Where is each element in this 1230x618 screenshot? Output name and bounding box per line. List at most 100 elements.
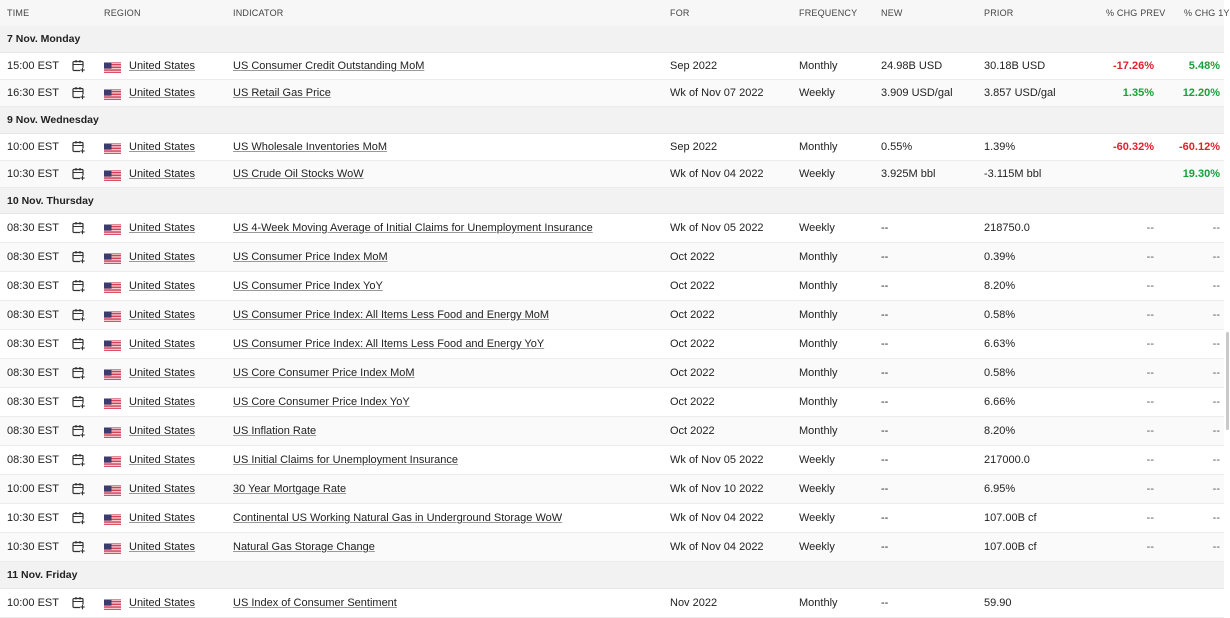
indicator-link[interactable]: Continental US Working Natural Gas in Un… bbox=[233, 512, 562, 524]
new-value: -- bbox=[881, 396, 889, 408]
region-link[interactable]: United States bbox=[129, 396, 195, 408]
prior-value: 107.00B cf bbox=[984, 541, 1037, 553]
region-link[interactable]: United States bbox=[129, 251, 195, 263]
table-row[interactable]: 08:30 EST United States US 4-Week Moving A… bbox=[0, 214, 1224, 243]
indicator-link[interactable]: US Index of Consumer Sentiment bbox=[233, 597, 397, 609]
indicator-link[interactable]: US Core Consumer Price Index MoM bbox=[233, 367, 415, 379]
region-link[interactable]: United States bbox=[129, 454, 195, 466]
indicator-link[interactable]: US Consumer Credit Outstanding MoM bbox=[233, 60, 424, 72]
new-value: -- bbox=[881, 541, 889, 553]
indicator-link[interactable]: US Core Consumer Price Index YoY bbox=[233, 396, 410, 408]
region-link[interactable]: United States bbox=[129, 280, 195, 292]
table-row[interactable]: 08:30 EST United States US Consumer Price … bbox=[0, 243, 1224, 272]
indicator-link[interactable]: US Crude Oil Stocks WoW bbox=[233, 168, 364, 180]
table-row[interactable]: 08:30 EST United States US Consumer Price … bbox=[0, 330, 1224, 359]
calendar-add-icon[interactable] bbox=[72, 512, 85, 525]
chg-prev-value: -- bbox=[1146, 454, 1154, 466]
region-link[interactable]: United States bbox=[129, 309, 195, 321]
indicator-link[interactable]: US Consumer Price Index MoM bbox=[233, 251, 388, 263]
indicator-link[interactable]: US Inflation Rate bbox=[233, 425, 316, 437]
us-flag-icon bbox=[104, 62, 121, 74]
chg-prev-value: -- bbox=[1146, 338, 1154, 350]
region-link[interactable]: United States bbox=[129, 512, 195, 524]
table-row[interactable]: 08:30 EST United States US Core Consumer P… bbox=[0, 359, 1224, 388]
indicator-link[interactable]: Natural Gas Storage Change bbox=[233, 541, 375, 553]
header-indicator[interactable]: INDICATOR bbox=[233, 8, 283, 18]
table-row[interactable]: 08:30 EST United States US Inflation Rate O… bbox=[0, 417, 1224, 446]
table-row[interactable]: 10:30 EST United States Continental US Wor… bbox=[0, 504, 1224, 533]
region-link[interactable]: United States bbox=[129, 483, 195, 495]
calendar-add-icon[interactable] bbox=[72, 168, 85, 181]
table-row[interactable]: 15:00 EST United States US Consumer Credit… bbox=[0, 53, 1224, 80]
indicator-link[interactable]: US Consumer Price Index: All Items Less … bbox=[233, 309, 549, 321]
calendar-add-icon[interactable] bbox=[72, 87, 85, 100]
indicator-link[interactable]: US Consumer Price Index YoY bbox=[233, 280, 383, 292]
chg-prev-value: -- bbox=[1146, 222, 1154, 234]
region-link[interactable]: United States bbox=[129, 338, 195, 350]
us-flag-icon bbox=[104, 282, 121, 294]
indicator-link[interactable]: US Retail Gas Price bbox=[233, 87, 331, 99]
calendar-add-icon[interactable] bbox=[72, 425, 85, 438]
header-new[interactable]: NEW bbox=[881, 8, 903, 18]
region-link[interactable]: United States bbox=[129, 60, 195, 72]
table-row[interactable]: 10:00 EST United States US Index of Consum… bbox=[0, 589, 1224, 618]
calendar-add-icon[interactable] bbox=[72, 338, 85, 351]
table-row[interactable]: 16:30 EST United States US Retail Gas Pric… bbox=[0, 80, 1224, 107]
table-row[interactable]: 10:00 EST United States 30 Year Mortgage R… bbox=[0, 475, 1224, 504]
header-prior[interactable]: PRIOR bbox=[984, 8, 1014, 18]
period: Oct 2022 bbox=[670, 367, 715, 379]
indicator-link[interactable]: US 4-Week Moving Average of Initial Clai… bbox=[233, 222, 593, 234]
region-link[interactable]: United States bbox=[129, 87, 195, 99]
us-flag-icon bbox=[104, 340, 121, 352]
calendar-add-icon[interactable] bbox=[72, 309, 85, 322]
table-row[interactable]: 08:30 EST United States US Core Consumer P… bbox=[0, 388, 1224, 417]
calendar-add-icon[interactable] bbox=[72, 483, 85, 496]
region-link[interactable]: United States bbox=[129, 141, 195, 153]
calendar-add-icon[interactable] bbox=[72, 454, 85, 467]
region-link[interactable]: United States bbox=[129, 597, 195, 609]
frequency: Monthly bbox=[799, 309, 838, 321]
prior-value: -3.115M bbl bbox=[984, 168, 1042, 180]
table-row[interactable]: 10:00 EST United States US Wholesale Inven… bbox=[0, 134, 1224, 161]
region-link[interactable]: United States bbox=[129, 168, 195, 180]
header-frequency[interactable]: FREQUENCY bbox=[799, 8, 857, 18]
header-time[interactable]: TIME bbox=[7, 8, 29, 18]
calendar-add-icon[interactable] bbox=[72, 597, 85, 610]
indicator-link[interactable]: US Wholesale Inventories MoM bbox=[233, 141, 387, 153]
region-link[interactable]: United States bbox=[129, 367, 195, 379]
period: Oct 2022 bbox=[670, 251, 715, 263]
region-link[interactable]: United States bbox=[129, 222, 195, 234]
frequency: Weekly bbox=[799, 222, 835, 234]
prior-value: 6.66% bbox=[984, 396, 1016, 408]
table-row[interactable]: 10:30 EST United States US Crude Oil Stock… bbox=[0, 161, 1224, 188]
region-link[interactable]: United States bbox=[129, 425, 195, 437]
indicator-link[interactable]: US Consumer Price Index: All Items Less … bbox=[233, 338, 544, 350]
header-for[interactable]: FOR bbox=[670, 8, 690, 18]
table-row[interactable]: 10:30 EST United States Natural Gas Storag… bbox=[0, 533, 1224, 562]
period: Oct 2022 bbox=[670, 338, 715, 350]
calendar-add-icon[interactable] bbox=[72, 541, 85, 554]
table-row[interactable]: 08:30 EST United States US Initial Claims … bbox=[0, 446, 1224, 475]
region-link[interactable]: United States bbox=[129, 541, 195, 553]
calendar-add-icon[interactable] bbox=[72, 280, 85, 293]
calendar-add-icon[interactable] bbox=[72, 367, 85, 380]
calendar-add-icon[interactable] bbox=[72, 396, 85, 409]
calendar-add-icon[interactable] bbox=[72, 141, 85, 154]
calendar-add-icon[interactable] bbox=[72, 222, 85, 235]
scrollbar-thumb[interactable] bbox=[1226, 332, 1229, 430]
prior-value: 6.63% bbox=[984, 338, 1016, 350]
date-group-header: 11 Nov. Friday bbox=[0, 562, 1224, 589]
header-region[interactable]: REGION bbox=[104, 8, 141, 18]
calendar-add-icon[interactable] bbox=[72, 251, 85, 264]
table-row[interactable]: 08:30 EST United States US Consumer Price … bbox=[0, 272, 1224, 301]
header-chg-prev[interactable]: % CHG PREV bbox=[1106, 8, 1166, 18]
indicator-link[interactable]: US Initial Claims for Unemployment Insur… bbox=[233, 454, 458, 466]
calendar-add-icon[interactable] bbox=[72, 60, 85, 73]
period: Wk of Nov 04 2022 bbox=[670, 541, 764, 553]
indicator-link[interactable]: 30 Year Mortgage Rate bbox=[233, 483, 346, 495]
chg-1y-value: -- bbox=[1212, 309, 1220, 321]
table-row[interactable]: 08:30 EST United States US Consumer Price … bbox=[0, 301, 1224, 330]
header-chg-1y[interactable]: % CHG 1Y bbox=[1184, 8, 1230, 18]
economic-calendar-table: TIME REGION INDICATOR FOR FREQUENCY NEW … bbox=[0, 0, 1229, 618]
prior-value: 218750.0 bbox=[984, 222, 1030, 234]
